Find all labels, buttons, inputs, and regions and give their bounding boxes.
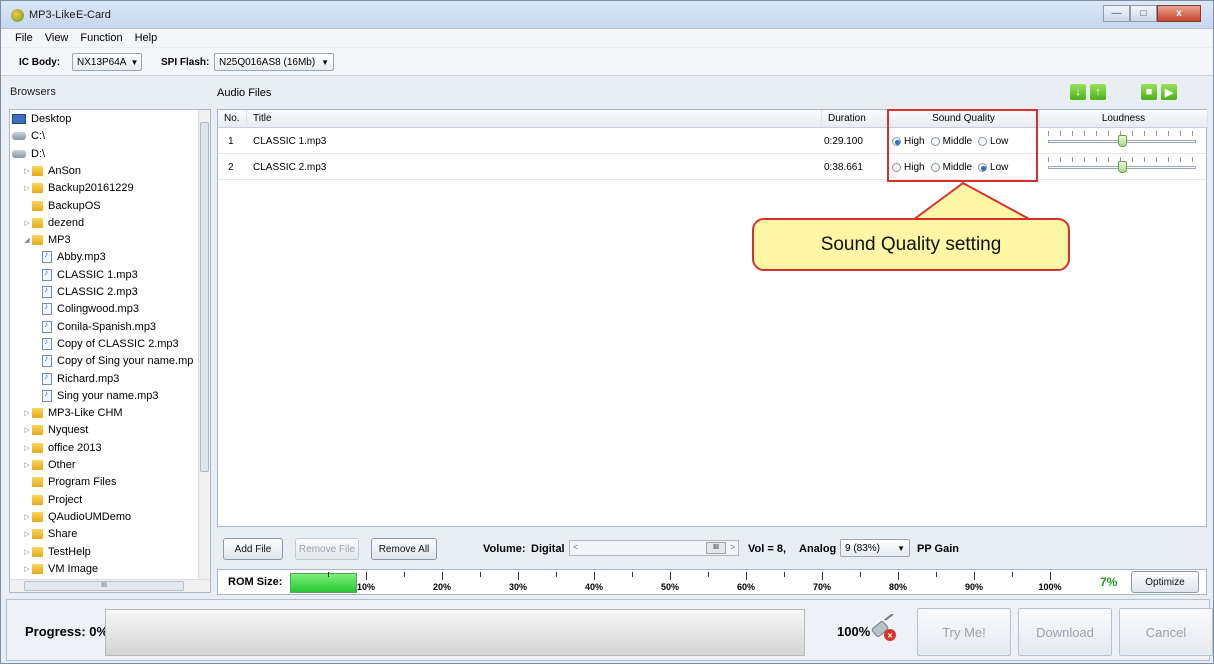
rom-scale-minor-tick [860,572,861,577]
try-me-button[interactable]: Try Me! [917,608,1011,656]
rom-scale-minor-tick [556,572,557,577]
rom-scale-label: 90% [964,582,983,592]
rom-scale-label: 20% [432,582,451,592]
rom-scale-label: 30% [508,582,527,592]
analog-select[interactable]: 9 (83%) ▼ [840,539,910,557]
main-window: MP3-Like E-Card — □ x File View Function… [0,0,1214,664]
slider-thumb[interactable]: III [706,542,726,554]
download-button[interactable]: Download [1018,608,1112,656]
rom-scale-tick [746,572,747,580]
chevron-down-icon: ▼ [897,543,905,553]
cancel-button[interactable]: Cancel [1119,608,1213,656]
rom-scale-minor-tick [708,572,709,577]
progress-panel: Progress: 0% 100% × Try Me! Download Can… [6,599,1213,661]
rom-scale-minor-tick [1012,572,1013,577]
rom-scale-label: 40% [584,582,603,592]
rom-scale-label: 100% [1038,582,1062,592]
remove-file-button[interactable]: Remove File [295,538,359,560]
rom-scale-minor-tick [328,572,329,577]
rom-scale-tick [670,572,671,580]
progress-percent: 100% [837,624,871,639]
rom-scale-minor-tick [480,572,481,577]
rom-scale-label: 70% [812,582,831,592]
analog-label: Analog [799,543,837,555]
rom-scale-tick [822,572,823,580]
disconnected-plug-icon: × [871,614,896,641]
rom-scale-tick [594,572,595,580]
progress-label: Progress: 0% [25,624,109,639]
rom-scale-minor-tick [404,572,405,577]
rom-scale-minor-tick [784,572,785,577]
rom-scale-label: 80% [888,582,907,592]
progress-bar [105,609,805,656]
file-controls: Add File Remove File Remove All Volume: … [217,534,1207,564]
rom-scale-tick [1050,572,1051,580]
right-arrow-icon: > [730,542,736,552]
rom-scale-label: 10% [356,582,375,592]
pp-gain-label: PP Gain [917,543,959,555]
digital-volume-slider[interactable]: < III > [569,540,739,556]
digital-label: Digital [531,543,565,555]
rom-size-bar: ROM Size: 10% 20% 30% 40% 50% 60% 70% 80% 90% 100… [217,569,1207,595]
rom-scale-tick [518,572,519,580]
rom-scale: 10% 20% 30% 40% 50% 60% 70% 80% 90% 100% [290,570,1062,596]
rom-scale-label: 50% [660,582,679,592]
callout-pointer [909,181,1032,221]
rom-scale-label: 60% [736,582,755,592]
vol-text: Vol = 8, [748,543,787,555]
remove-all-button[interactable]: Remove All [371,538,437,560]
rom-scale-tick [366,572,367,580]
rom-size-label: ROM Size: [228,576,283,588]
svg-text:×: × [887,631,892,641]
rom-scale-tick [898,572,899,580]
rom-scale-minor-tick [936,572,937,577]
rom-used-percent: 7% [1100,575,1118,589]
rom-scale-tick [442,572,443,580]
callout-sound-quality: Sound Quality setting [752,218,1070,271]
optimize-button[interactable]: Optimize [1131,571,1199,593]
analog-value: 9 (83%) [845,542,881,554]
volume-label: Volume: [483,543,526,555]
rom-scale-minor-tick [632,572,633,577]
rom-scale-tick [974,572,975,580]
left-arrow-icon: < [573,542,579,552]
add-file-button[interactable]: Add File [223,538,283,560]
